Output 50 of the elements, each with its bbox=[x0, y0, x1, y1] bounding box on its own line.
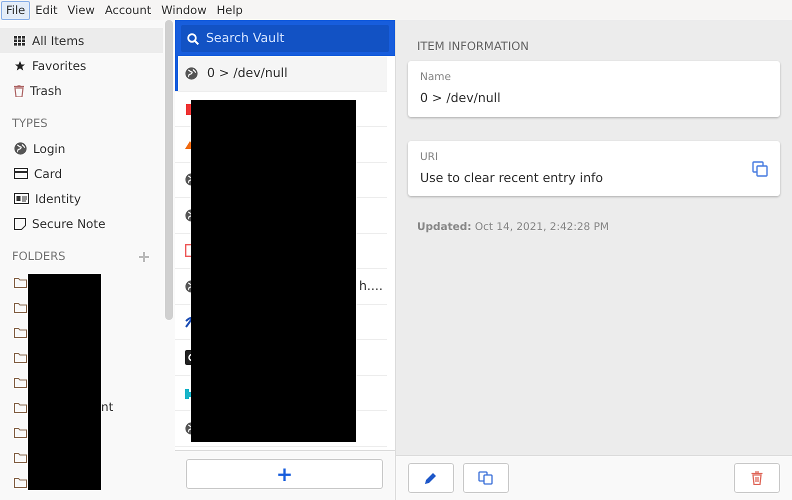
folder-name[interactable]: nt bbox=[101, 398, 114, 416]
field-label: URI bbox=[420, 150, 440, 165]
folder-icon bbox=[14, 302, 27, 312]
star-icon bbox=[14, 60, 26, 72]
folder-icon bbox=[14, 476, 27, 488]
field-value: Use to clear recent entry info bbox=[420, 168, 604, 187]
copy-icon[interactable] bbox=[752, 160, 768, 176]
field-value: 0 > /dev/null bbox=[420, 89, 501, 107]
grid-icon bbox=[14, 36, 26, 46]
section-heading: FOLDERS bbox=[12, 248, 66, 266]
sidebar-item[interactable]: Favorites bbox=[0, 53, 163, 78]
updated-text: Updated: Oct 14, 2021, 2:42:28 PM bbox=[416, 220, 610, 236]
folder-icon bbox=[14, 352, 27, 362]
menu-item[interactable]: File bbox=[1, 0, 30, 20]
folder-icon bbox=[14, 276, 27, 288]
search-field[interactable]: Search Vault bbox=[181, 25, 389, 52]
copy-icon bbox=[478, 470, 494, 486]
menu-item[interactable]: Edit bbox=[30, 0, 63, 20]
item-title[interactable]: h.... bbox=[359, 276, 383, 296]
folder-icon bbox=[14, 326, 27, 338]
delete-button[interactable] bbox=[734, 463, 780, 493]
card-icon bbox=[14, 168, 28, 180]
scrollbar-thumb[interactable] bbox=[165, 20, 173, 320]
sidebar-item[interactable]: Secure Note bbox=[0, 211, 163, 236]
section-heading: TYPES bbox=[12, 115, 48, 132]
edit-button[interactable] bbox=[408, 463, 454, 493]
folder-icon bbox=[14, 376, 27, 388]
vault-item[interactable]: 0 > /dev/null bbox=[175, 56, 387, 92]
menu-item[interactable]: Account bbox=[100, 0, 156, 20]
menu-item[interactable]: Window bbox=[156, 0, 212, 20]
sidebar-item[interactable]: Identity bbox=[0, 186, 163, 212]
trash-icon bbox=[14, 84, 24, 96]
id-card-icon bbox=[14, 193, 29, 204]
menu-item[interactable]: Help bbox=[212, 0, 248, 20]
folder-icon bbox=[14, 426, 27, 438]
pencil-icon bbox=[424, 471, 438, 485]
field-label: Name bbox=[420, 70, 452, 86]
add-item-button[interactable]: + bbox=[186, 459, 383, 489]
sidebar-item[interactable]: Login bbox=[0, 136, 163, 162]
sidebar-item[interactable]: Card bbox=[0, 161, 163, 186]
trash-icon bbox=[751, 471, 763, 485]
search-icon bbox=[187, 32, 199, 44]
menu-item[interactable]: View bbox=[62, 0, 100, 20]
folder-icon bbox=[14, 402, 27, 412]
folder-icon bbox=[14, 452, 27, 462]
clone-button[interactable] bbox=[463, 463, 509, 493]
section-heading: ITEM INFORMATION bbox=[416, 38, 530, 55]
note-icon bbox=[14, 218, 26, 230]
sidebar-item[interactable]: Trash bbox=[0, 78, 163, 103]
sidebar-item[interactable]: All Items bbox=[0, 28, 163, 53]
